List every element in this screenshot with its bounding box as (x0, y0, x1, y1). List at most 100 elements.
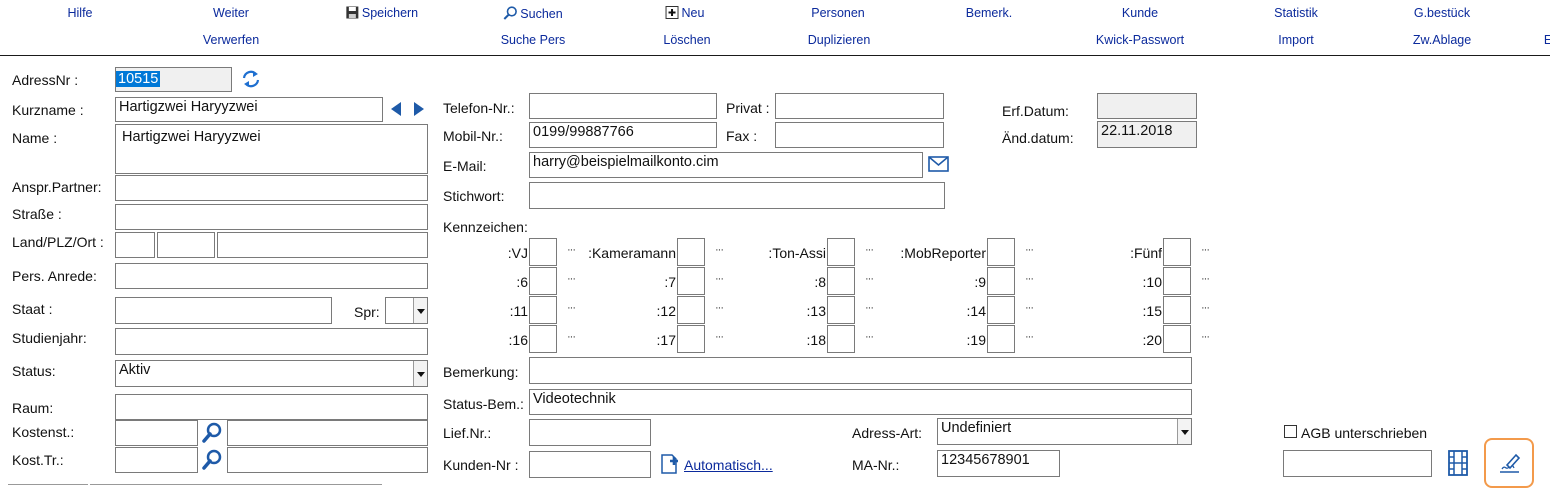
telefon-field[interactable] (529, 93, 717, 119)
kostenst-desc-field[interactable] (227, 420, 428, 446)
spr-dropdown[interactable] (385, 297, 428, 324)
land-field[interactable] (115, 232, 155, 258)
chevron-down-icon[interactable] (413, 298, 427, 323)
toolbar-kunde-button[interactable]: Kunde (1122, 6, 1158, 20)
kostenst-field[interactable] (115, 420, 198, 446)
kennzeichen-field[interactable] (1163, 267, 1191, 295)
kennzeichen-label: MobReporter: (900, 245, 986, 261)
toolbar-suche-pers-button[interactable]: Suche Pers (501, 33, 566, 47)
kurzname-field[interactable]: Hartigzwei Haryyzwei (115, 97, 383, 122)
kennzeichen-field[interactable] (677, 267, 705, 295)
ort-field[interactable] (217, 232, 428, 258)
toolbar-loeschen-button[interactable]: Löschen (663, 33, 710, 47)
toolbar-hilfe-button[interactable]: Hilfe (67, 6, 92, 20)
kosttr-desc-field[interactable] (227, 447, 428, 473)
stichwort-label: Stichwort: (443, 188, 505, 204)
toolbar-personen-button[interactable]: Personen (811, 6, 865, 20)
kennzeichen-more-button[interactable]: ··· (865, 273, 874, 285)
toolbar-verwerfen-button[interactable]: Verwerfen (203, 33, 259, 47)
email-field[interactable]: harry@beispielmailkonto.cim (529, 152, 923, 178)
kennzeichen-field[interactable] (987, 325, 1015, 353)
kennzeichen-more-button[interactable]: ··· (1201, 244, 1210, 256)
kostenst-label: Kostenst.: (12, 424, 75, 440)
kennzeichen-field[interactable] (529, 325, 557, 353)
toolbar-neu-button[interactable]: Neu (665, 6, 704, 22)
kennzeichen-more-button[interactable]: ··· (1201, 273, 1210, 285)
previous-arrow-icon[interactable] (390, 102, 402, 119)
kundennr-field[interactable] (529, 451, 651, 478)
fax-field[interactable] (775, 122, 944, 148)
signature-button[interactable] (1484, 438, 1534, 488)
anspr-field[interactable] (115, 175, 428, 201)
agb-checkbox[interactable] (1284, 425, 1297, 438)
toolbar-zwablage-button[interactable]: Zw.Ablage (1413, 33, 1471, 47)
kennzeichen-more-button[interactable]: ··· (865, 302, 874, 314)
add-document-icon[interactable] (659, 453, 681, 478)
kennzeichen-more-button[interactable]: ··· (1201, 331, 1210, 343)
kennzeichen-more-button[interactable]: ··· (1025, 302, 1034, 314)
staat-field[interactable] (115, 297, 332, 324)
strasse-field[interactable] (115, 204, 428, 230)
raum-field[interactable] (115, 394, 428, 420)
kennzeichen-field[interactable] (529, 296, 557, 324)
toolbar-weiter-button[interactable]: Weiter (213, 6, 249, 20)
next-arrow-icon[interactable] (413, 102, 425, 119)
kennzeichen-field[interactable] (1163, 296, 1191, 324)
kennzeichen-label: 13: (806, 303, 826, 319)
search-icon[interactable] (201, 449, 223, 474)
chevron-down-icon[interactable] (413, 361, 427, 386)
statusbem-field[interactable]: Videotechnik (529, 389, 1192, 415)
kosttr-field[interactable] (115, 447, 198, 473)
kennzeichen-field[interactable] (827, 267, 855, 295)
chevron-down-icon[interactable] (1177, 419, 1191, 444)
kennzeichen-field[interactable] (987, 267, 1015, 295)
kennzeichen-field[interactable] (529, 238, 557, 266)
toolbar-kwick-passwort-button[interactable]: Kwick-Passwort (1096, 33, 1184, 47)
kennzeichen-field[interactable] (529, 267, 557, 295)
kennzeichen-field[interactable] (677, 238, 705, 266)
kennzeichen-field[interactable] (827, 296, 855, 324)
film-strip-icon[interactable] (1447, 450, 1469, 479)
toolbar-speichern-button[interactable]: Speichern (346, 6, 418, 22)
bemerkung-field[interactable] (529, 357, 1192, 384)
kennzeichen-field[interactable] (827, 238, 855, 266)
toolbar-suchen-button[interactable]: Suchen (503, 6, 563, 23)
automatisch-link[interactable]: Automatisch... (684, 457, 773, 473)
toolbar-statistik-button[interactable]: Statistik (1274, 6, 1318, 20)
toolbar-hilfe-label: Hilfe (67, 6, 93, 20)
adressart-dropdown[interactable]: Undefiniert (937, 418, 1192, 445)
search-icon[interactable] (201, 422, 223, 447)
agb-field[interactable] (1283, 450, 1432, 477)
adressnr-field[interactable]: 10515 (115, 67, 232, 92)
plz-field[interactable] (157, 232, 215, 258)
name-field[interactable]: Hartigzwei Haryyzwei (115, 124, 428, 174)
kennzeichen-more-button[interactable]: ··· (1201, 302, 1210, 314)
studienjahr-field[interactable] (115, 328, 428, 355)
toolbar-gbestueck-button[interactable]: G.bestück (1414, 6, 1470, 20)
kennzeichen-field[interactable] (677, 325, 705, 353)
stichwort-field[interactable] (529, 182, 945, 209)
toolbar-cut-button[interactable]: E (1544, 33, 1550, 47)
privat-field[interactable] (775, 93, 944, 119)
refresh-icon[interactable] (240, 69, 262, 92)
kennzeichen-more-button[interactable]: ··· (1025, 244, 1034, 256)
status-dropdown[interactable]: Aktiv (115, 360, 428, 387)
liefnr-field[interactable] (529, 419, 651, 446)
mobil-field[interactable]: 0199/99887766 (529, 122, 717, 148)
kennzeichen-field[interactable] (1163, 238, 1191, 266)
anrede-field[interactable] (115, 263, 428, 289)
kennzeichen-field[interactable] (677, 296, 705, 324)
kennzeichen-field[interactable] (987, 296, 1015, 324)
manr-field[interactable]: 12345678901 (937, 450, 1060, 477)
envelope-icon[interactable] (928, 156, 949, 175)
kennzeichen-more-button[interactable]: ··· (1025, 273, 1034, 285)
kennzeichen-field[interactable] (1163, 325, 1191, 353)
kennzeichen-more-button[interactable]: ··· (1025, 331, 1034, 343)
kennzeichen-field[interactable] (987, 238, 1015, 266)
toolbar-bemerk-button[interactable]: Bemerk. (966, 6, 1013, 20)
kennzeichen-more-button[interactable]: ··· (865, 331, 874, 343)
kennzeichen-field[interactable] (827, 325, 855, 353)
toolbar-duplizieren-button[interactable]: Duplizieren (808, 33, 871, 47)
kennzeichen-more-button[interactable]: ··· (865, 244, 874, 256)
toolbar-import-button[interactable]: Import (1278, 33, 1313, 47)
